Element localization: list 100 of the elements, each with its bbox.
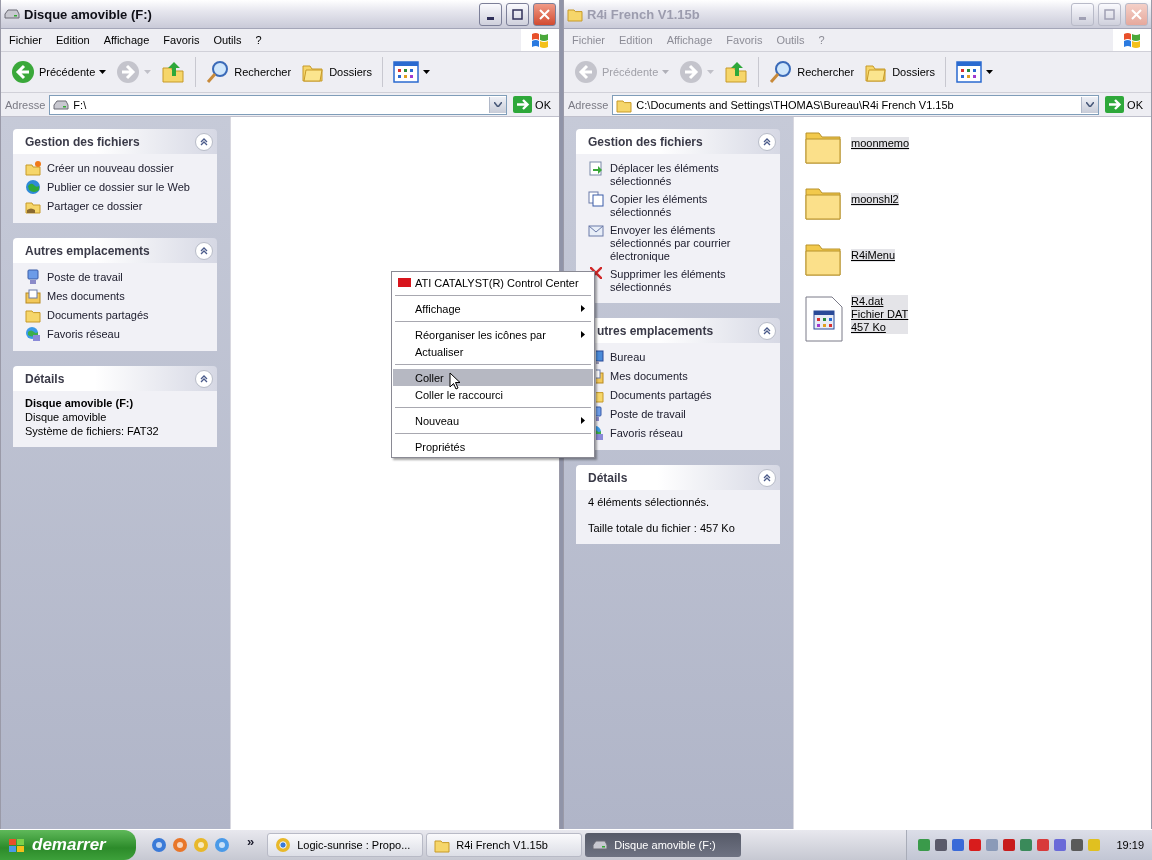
folder-icon	[25, 307, 41, 323]
taskbar-button[interactable]: R4i French V1.15b	[426, 833, 583, 857]
menu-item[interactable]: Nouveau	[393, 412, 593, 429]
overflow-chevron[interactable]: »	[239, 833, 265, 857]
caret-icon	[662, 70, 670, 74]
tray-icon	[1070, 838, 1085, 852]
windows-logo-icon	[8, 837, 26, 853]
maximize-button[interactable]	[506, 2, 529, 26]
close-icon	[1131, 8, 1142, 20]
up-folder-icon	[161, 60, 186, 84]
menu-item[interactable]: Fichier	[2, 34, 49, 46]
taskbar-button[interactable]: Logic-sunrise : Propo...	[267, 833, 424, 857]
folder-icon	[567, 6, 583, 22]
detail-text: Disque amovible	[25, 411, 108, 424]
address-field[interactable]: F:\	[49, 94, 508, 115]
documents-icon	[25, 288, 41, 304]
submenu-arrow-icon	[581, 305, 585, 312]
task-link[interactable]: Favoris réseau	[610, 425, 683, 440]
computer-icon	[596, 406, 604, 422]
panel-header[interactable]: Gestion des fichiers	[576, 129, 780, 154]
task-link[interactable]: Poste de travail	[610, 406, 686, 421]
submenu-arrow-icon	[581, 417, 585, 424]
task-link[interactable]: Bureau	[610, 349, 646, 364]
caret-icon	[144, 70, 152, 74]
copy-icon	[588, 191, 604, 207]
file-label[interactable]: moonshl2	[851, 193, 899, 206]
task-link[interactable]: Créer un nouveau dossier	[47, 160, 174, 175]
caret-icon	[985, 70, 993, 74]
dropdown-button[interactable]	[489, 96, 507, 113]
menu-item[interactable]: Coller le raccourci	[393, 386, 593, 403]
search-button[interactable]: Rechercher	[765, 57, 859, 87]
file-label[interactable]: R4.dat Fichier DAT 457 Ko	[851, 295, 909, 334]
collapse-chevron-icon	[763, 137, 771, 146]
menu-item[interactable]: Outils	[206, 34, 249, 46]
go-button[interactable]: OK	[511, 96, 555, 113]
menu-item[interactable]: Actualiser	[393, 343, 593, 360]
menu-item[interactable]: Coller	[393, 369, 593, 386]
menu-item[interactable]: ATI CATALYST(R) Control Center	[393, 274, 593, 291]
task-link[interactable]: Documents partagés	[47, 307, 149, 322]
panel-header[interactable]: Autres emplacements	[13, 238, 217, 263]
caret-icon	[707, 70, 715, 74]
search-icon	[206, 60, 231, 84]
computer-icon	[25, 269, 41, 285]
task-link[interactable]: Favoris réseau	[47, 326, 120, 341]
file-label[interactable]: R4iMenu	[851, 249, 896, 262]
window-title: R4i French V1.15b	[587, 6, 701, 22]
windows-logo-icon	[530, 31, 550, 49]
tray-icon	[1053, 838, 1068, 852]
tray-icon	[1036, 838, 1051, 852]
tray-icon	[934, 838, 949, 852]
back-button[interactable]: Précédente	[7, 57, 111, 87]
folders-button[interactable]: Dossiers	[297, 57, 376, 87]
task-link[interactable]: Déplacer les éléments sélectionnés	[610, 160, 760, 188]
menu-item[interactable]: Favoris	[156, 34, 207, 46]
dropdown-button[interactable]	[1081, 96, 1099, 113]
tray-icon	[985, 838, 1000, 852]
mouse-pointer-icon	[449, 372, 461, 391]
task-link[interactable]: Publier ce dossier sur le Web	[47, 179, 190, 194]
taskbar-button[interactable]: Disque amovible (F:)	[585, 833, 742, 857]
windows-logo-icon	[1122, 31, 1142, 49]
address-label: Adresse	[5, 98, 46, 111]
close-icon	[539, 8, 550, 20]
address-field[interactable]: C:\Documents and Settings\THOMAS\Bureau\R4i French V1.15b	[612, 94, 1100, 115]
task-link[interactable]: Documents partagés	[610, 387, 712, 402]
panel-header[interactable]: Gestion des fichiers	[13, 129, 217, 154]
envelope-icon	[588, 222, 604, 238]
go-arrow-icon	[1105, 96, 1125, 113]
tray-icon	[951, 838, 966, 852]
search-button[interactable]: Rechercher	[202, 57, 296, 87]
app-icon	[214, 837, 230, 853]
go-button[interactable]: OK	[1103, 96, 1147, 113]
menu-item[interactable]: Affichage	[393, 300, 593, 317]
up-folder-icon	[724, 60, 749, 84]
minimize-button[interactable]	[479, 2, 502, 26]
task-link[interactable]: Supprimer les éléments sélectionnés	[610, 266, 760, 294]
menu-item[interactable]: Affichage	[96, 34, 157, 46]
panel-header[interactable]: Détails	[576, 465, 780, 490]
file-label[interactable]: moonmemo	[851, 137, 910, 150]
task-link[interactable]: Poste de travail	[47, 269, 123, 284]
caret-icon	[422, 70, 430, 74]
task-link[interactable]: Mes documents	[610, 368, 688, 383]
tray-icon	[968, 838, 983, 852]
task-link[interactable]: Envoyer les éléments sélectionnés par courrier électronique	[610, 222, 760, 263]
move-icon	[588, 160, 604, 176]
menu-item[interactable]: Propriétés	[393, 438, 593, 455]
close-button[interactable]	[533, 2, 556, 26]
tray-icon	[1019, 838, 1034, 852]
panel-header[interactable]: Détails	[13, 366, 217, 391]
start-button[interactable]: demarrer	[0, 830, 136, 860]
folder-icon	[25, 160, 41, 176]
clock: 19:19	[1116, 839, 1144, 851]
views-icon	[392, 61, 419, 83]
app-icon	[172, 837, 188, 853]
app-icon	[151, 837, 167, 853]
menu-item[interactable]: ?	[248, 34, 269, 46]
task-link[interactable]: Partager ce dossier	[47, 198, 143, 213]
task-link[interactable]: Mes documents	[47, 288, 125, 303]
folders-button[interactable]: Dossiers	[860, 57, 939, 87]
task-link[interactable]: Copier les éléments sélectionnés	[610, 191, 760, 219]
menu-item[interactable]: Edition	[49, 34, 97, 46]
